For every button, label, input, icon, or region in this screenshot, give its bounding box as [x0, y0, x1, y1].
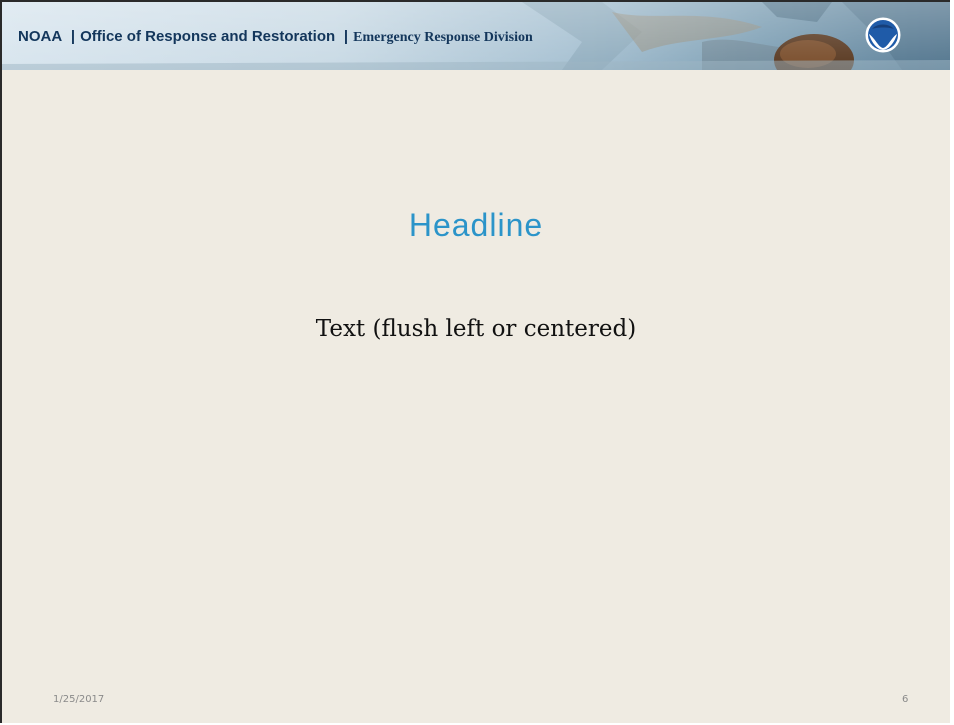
banner-title: NOAA | Office of Response and Restoration…: [18, 28, 533, 47]
slide-page-number: 6: [902, 694, 909, 705]
banner-separator-2: |: [343, 28, 349, 45]
header-banner: NOAA | Office of Response and Restoration…: [2, 2, 950, 70]
slide-date: 1/25/2017: [53, 694, 105, 705]
banner-separator: |: [70, 28, 76, 45]
slide-headline: Headline: [408, 207, 544, 243]
slide: NOAA | Office of Response and Restoration…: [0, 0, 950, 723]
banner-office: Office of Response and Restoration: [80, 28, 336, 45]
banner-division: Emergency Response Division: [353, 30, 533, 45]
slide-body-text: Text (flush left or centered): [315, 316, 637, 342]
noaa-seal-icon: [865, 17, 901, 53]
banner-org: NOAA: [18, 28, 63, 45]
